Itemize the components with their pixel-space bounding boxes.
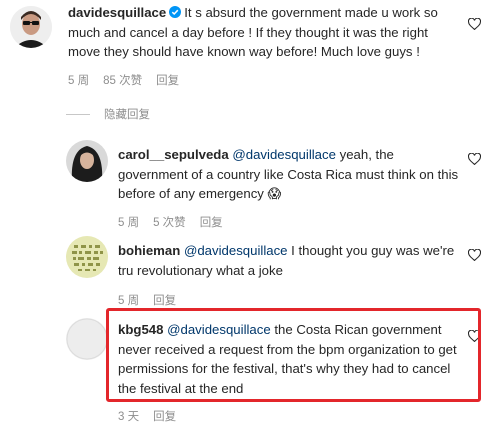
avatar-carol-sepulveda[interactable] bbox=[66, 140, 108, 182]
hide-replies-label: 隐藏回复 bbox=[104, 109, 150, 121]
mention-link[interactable]: @davidesquillace bbox=[232, 147, 336, 162]
highlight-annotation-box bbox=[106, 308, 481, 402]
comment-meta: 5 周 85 次赞 回复 bbox=[68, 72, 193, 88]
avatar-davidesquillace[interactable] bbox=[10, 6, 52, 48]
verified-badge-icon bbox=[169, 6, 182, 18]
hide-replies-button[interactable]: 隐藏回复 bbox=[66, 106, 150, 122]
comment-meta: 5 周 回复 bbox=[118, 292, 190, 308]
reply-button[interactable]: 回复 bbox=[200, 217, 223, 229]
avatar-kbg548[interactable] bbox=[66, 318, 108, 360]
comment-text: davidesquillace It s absurd the governmen… bbox=[68, 3, 456, 62]
heart-icon[interactable] bbox=[468, 249, 481, 261]
reply-button[interactable]: 回复 bbox=[153, 295, 176, 307]
reply-button[interactable]: 回复 bbox=[153, 411, 176, 423]
heart-icon[interactable] bbox=[468, 18, 481, 30]
heart-icon[interactable] bbox=[468, 153, 481, 165]
comment-likes[interactable]: 85 次赞 bbox=[103, 75, 142, 87]
avatar-bohieman[interactable] bbox=[66, 236, 108, 278]
username[interactable]: davidesquillace bbox=[68, 5, 166, 20]
comment-time: 5 周 bbox=[118, 217, 140, 229]
comment-time: 5 周 bbox=[68, 75, 90, 87]
comment-meta: 3 天 回复 bbox=[118, 408, 190, 424]
reply-button[interactable]: 回复 bbox=[156, 75, 179, 87]
comment-time: 5 周 bbox=[118, 295, 140, 307]
comment-text: bohieman @davidesquillace I thought you … bbox=[118, 241, 463, 280]
username[interactable]: bohieman bbox=[118, 243, 180, 258]
username[interactable]: carol__sepulveda bbox=[118, 147, 229, 162]
comment-text: carol__sepulveda @davidesquillace yeah, … bbox=[118, 145, 463, 204]
divider-line bbox=[66, 113, 90, 115]
comment-meta: 5 周 5 次赞 回复 bbox=[118, 214, 237, 230]
comment-likes[interactable]: 5 次赞 bbox=[153, 217, 186, 229]
comment-time: 3 天 bbox=[118, 411, 140, 423]
mention-link[interactable]: @davidesquillace bbox=[184, 243, 288, 258]
